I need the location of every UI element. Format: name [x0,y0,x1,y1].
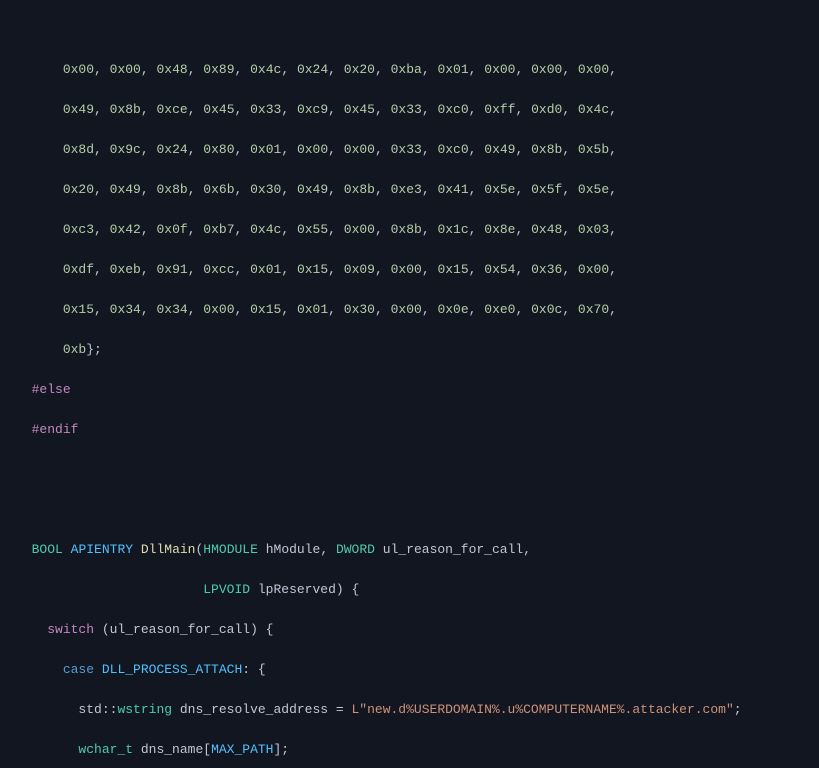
case-line: case DLL_PROCESS_ATTACH: { [16,660,819,680]
blank-line [16,460,819,480]
code-line: 0x49, 0x8b, 0xce, 0x45, 0x33, 0xc9, 0x45… [16,100,819,120]
code-line: std::wstring dns_resolve_address = L"new… [16,700,819,720]
fn-signature: BOOL APIENTRY DllMain(HMODULE hModule, D… [16,540,819,560]
switch-line: switch (ul_reason_for_call) { [16,620,819,640]
code-line: 0xb}; [16,340,819,360]
blank-line [16,500,819,520]
code-line: 0xc3, 0x42, 0x0f, 0xb7, 0x4c, 0x55, 0x00… [16,220,819,240]
code-line: wchar_t dns_name[MAX_PATH]; [16,740,819,760]
code-editor-viewport[interactable]: 0x00, 0x00, 0x48, 0x89, 0x4c, 0x24, 0x20… [0,0,819,768]
code-line: 0xdf, 0xeb, 0x91, 0xcc, 0x01, 0x15, 0x09… [16,260,819,280]
preproc-endif: #endif [16,420,819,440]
fn-signature-2: LPVOID lpReserved) { [16,580,819,600]
code-line: 0x8d, 0x9c, 0x24, 0x80, 0x01, 0x00, 0x00… [16,140,819,160]
hex-byte: 0x00 [63,62,94,77]
code-line: 0x15, 0x34, 0x34, 0x00, 0x15, 0x01, 0x30… [16,300,819,320]
code-line: 0x20, 0x49, 0x8b, 0x6b, 0x30, 0x49, 0x8b… [16,180,819,200]
code-line: 0x00, 0x00, 0x48, 0x89, 0x4c, 0x24, 0x20… [16,60,819,80]
preproc-else: #else [16,380,819,400]
